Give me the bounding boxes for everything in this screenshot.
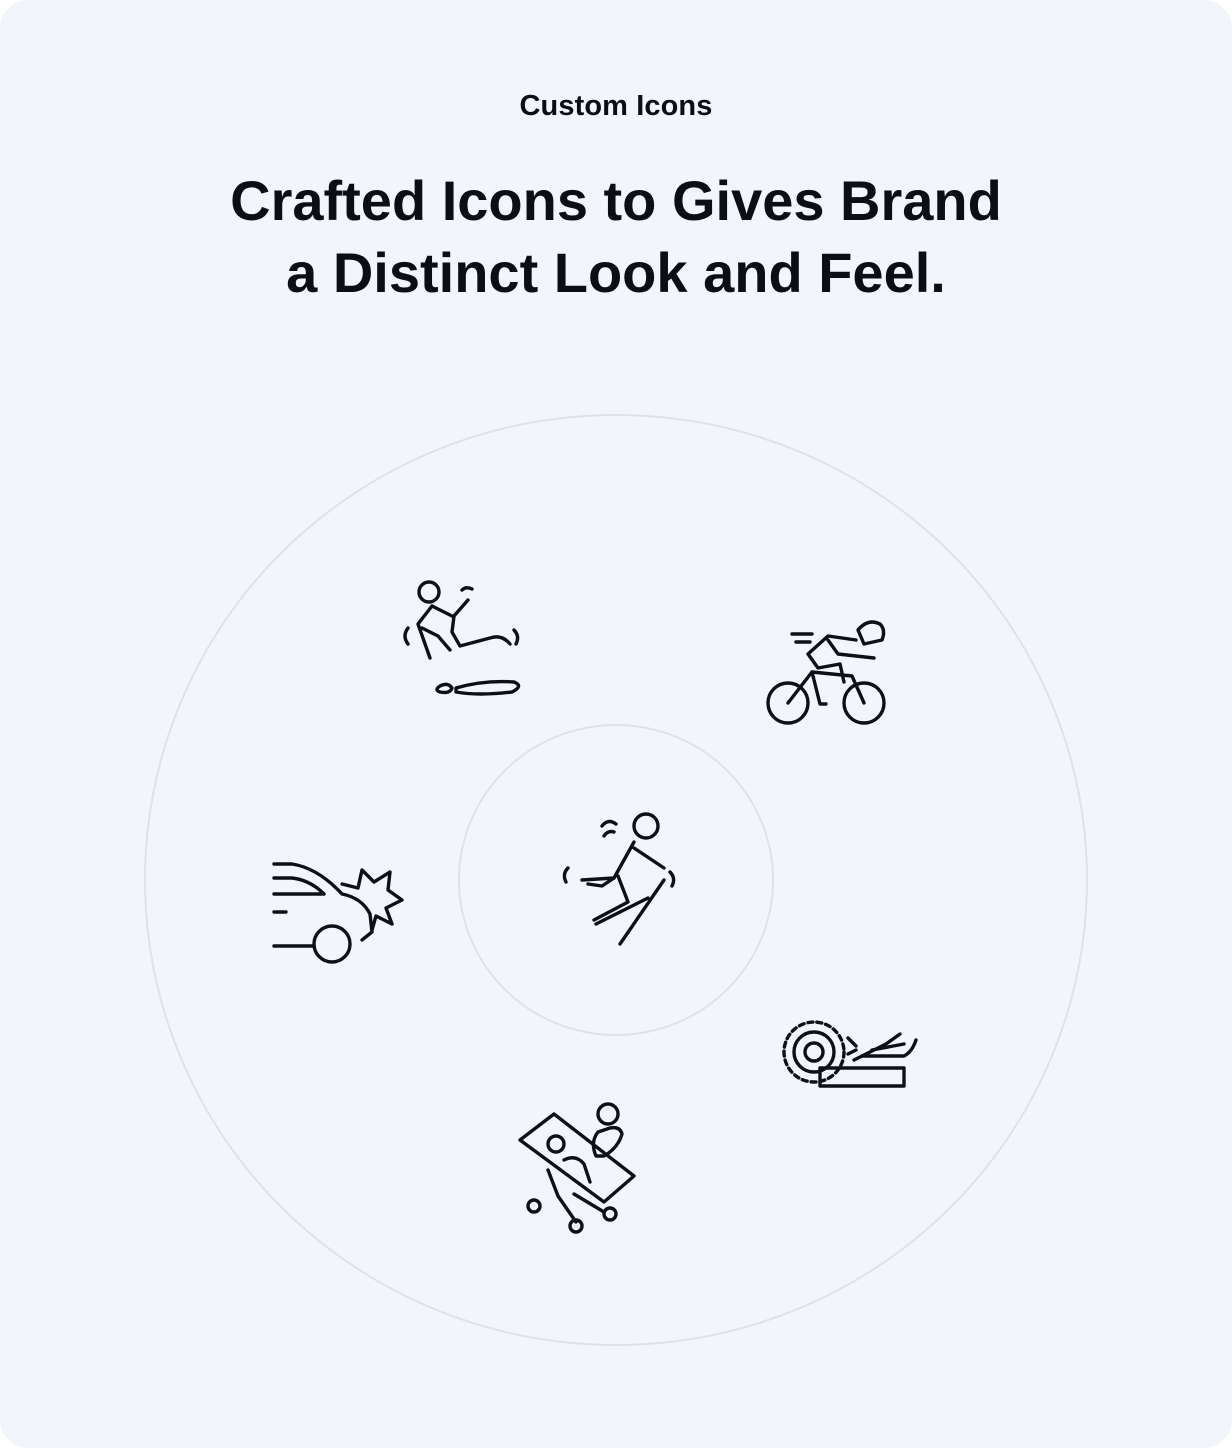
slip-and-fall-icon — [398, 576, 526, 700]
stretcher-patient-icon — [514, 1098, 642, 1236]
headline-line-2: a Distinct Look and Feel. — [286, 241, 946, 304]
headline-line-1: Crafted Icons to Gives Brand — [230, 169, 1002, 232]
saw-hand-injury-icon — [776, 1010, 922, 1094]
icons-showcase-card: Custom Icons Crafted Icons to Gives Bran… — [0, 0, 1232, 1448]
car-crash-icon — [270, 858, 406, 970]
cyclist-icon — [762, 610, 890, 730]
falling-person-icon — [554, 808, 684, 950]
section-eyebrow: Custom Icons — [519, 90, 713, 122]
section-headline: Crafted Icons to Gives Brand a Distinct … — [0, 165, 1232, 309]
